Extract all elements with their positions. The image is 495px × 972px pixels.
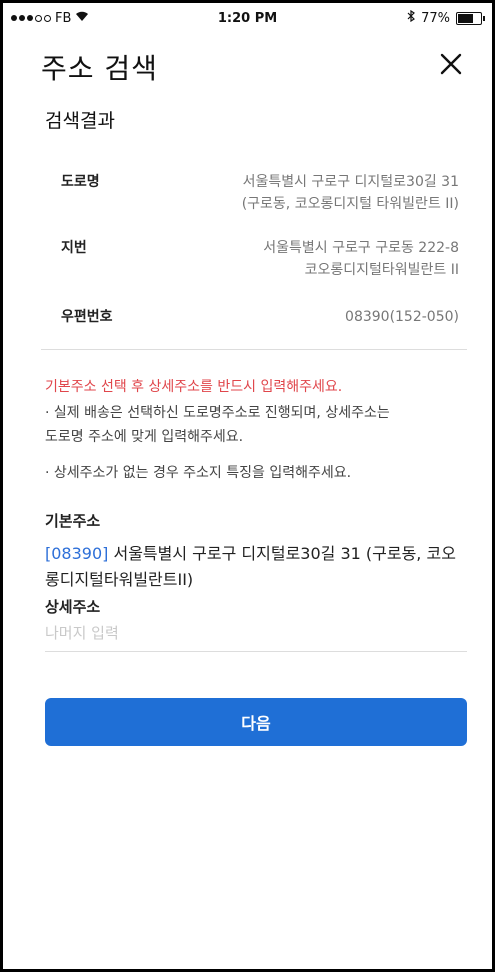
info-notice-1-line1: · 실제 배송은 선택하신 도로명주소로 진행되며, 상세주소는 (45, 405, 390, 421)
battery-fill (458, 13, 474, 23)
page-title: 주소 검색 (41, 52, 158, 85)
jibun-address-row[interactable]: 지번 서울특별시 구로구 구로동 222-8 코오롱디지털타워빌란트 II (41, 237, 469, 287)
road-address-label: 도로명 (61, 174, 100, 190)
jibun-address-line2: 코오롱디지털타워빌란트 II (304, 262, 459, 278)
postal-code-value: 08390(152-050) (345, 309, 459, 325)
jibun-address-label: 지번 (61, 240, 87, 256)
base-address-label: 기본주소 (45, 512, 101, 530)
jibun-address-line1: 서울특별시 구로구 구로동 222-8 (263, 240, 459, 256)
battery-group: 77% (407, 9, 485, 26)
warning-notice: 기본주소 선택 후 상세주소를 반드시 입력해주세요. (45, 379, 343, 395)
road-address-line1: 서울특별시 구로구 디지털로30길 31 (242, 174, 459, 190)
road-address-value: 서울특별시 구로구 디지털로30길 31 (구로동, 코오롱디지털 타워빌란트 … (242, 171, 459, 215)
postal-code-label: 우편번호 (61, 309, 113, 325)
road-address-row[interactable]: 도로명 서울특별시 구로구 디지털로30길 31 (구로동, 코오롱디지털 타워… (41, 171, 469, 221)
status-bar: FB 1:20 PM 77% (3, 3, 492, 37)
header: 주소 검색 (3, 37, 492, 99)
jibun-address-value: 서울특별시 구로구 구로동 222-8 코오롱디지털타워빌란트 II (263, 237, 459, 281)
info-notice-2: · 상세주소가 없는 경우 주소지 특징을 입력해주세요. (45, 465, 352, 481)
device-frame: FB 1:20 PM 77% 주소 검색 검색결과 도로명 서울특별시 구로구 … (0, 0, 495, 972)
bluetooth-icon (407, 9, 416, 26)
postal-code-row: 우편번호 08390(152-050) (41, 306, 469, 330)
next-button[interactable]: 다음 (45, 698, 467, 746)
battery-percent: 77% (421, 10, 450, 26)
road-address-line2: (구로동, 코오롱디지털 타워빌란트 II) (241, 196, 459, 212)
detail-address-label: 상세주소 (45, 598, 101, 616)
close-icon (440, 53, 462, 75)
info-notice-1: · 실제 배송은 선택하신 도로명주소로 진행되며, 상세주소는 도로명 주소에… (45, 401, 390, 449)
battery-icon (456, 11, 485, 25)
results-title: 검색결과 (45, 110, 115, 132)
info-notice-1-line2: 도로명 주소에 맞게 입력해주세요. (45, 429, 244, 445)
detail-address-input[interactable] (45, 615, 467, 652)
base-address-value: [08390] 서울특별시 구로구 디지털로30길 31 (구로동, 코오롱디지… (45, 541, 465, 593)
close-button[interactable] (438, 51, 464, 77)
postal-code-link: [08390] (45, 544, 109, 563)
screen: FB 1:20 PM 77% 주소 검색 검색결과 도로명 서울특별시 구로구 … (3, 3, 492, 969)
divider (41, 349, 467, 350)
